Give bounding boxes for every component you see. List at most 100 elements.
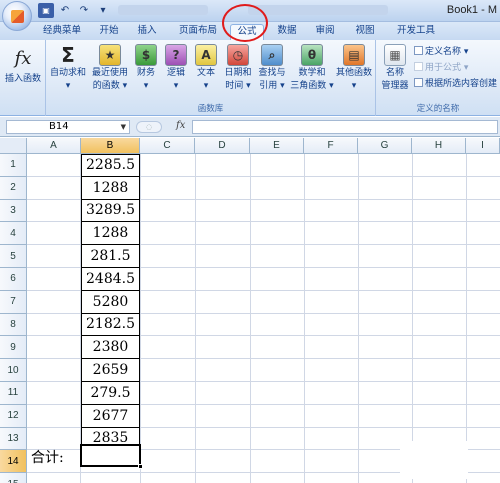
recent-functions-dropdown: 的函数 ▾ bbox=[92, 81, 128, 91]
lookup-book-icon: ⌕ bbox=[261, 44, 283, 66]
financial-label: 财务 bbox=[136, 68, 155, 78]
define-name-label: 定义名称 ▾ bbox=[425, 47, 469, 57]
function-library-label: 函数库 bbox=[197, 104, 224, 114]
column-header-f[interactable]: F bbox=[304, 138, 358, 154]
blurred-region bbox=[118, 5, 208, 15]
cell-b11[interactable]: 279.5 bbox=[81, 382, 140, 405]
math-trig-button[interactable]: θ 数学和 三角函数 ▾ bbox=[290, 44, 334, 92]
financial-book-icon: $ bbox=[135, 44, 157, 66]
row-header-13[interactable]: 13 bbox=[0, 427, 27, 451]
math-trig-book-icon: θ bbox=[301, 44, 323, 66]
create-from-selection-label: 根据所选内容创建 bbox=[425, 79, 498, 89]
row-header-15[interactable]: 15 bbox=[0, 473, 27, 483]
more-functions-dropdown: ▾ bbox=[351, 81, 357, 91]
cell-b6[interactable]: 2484.5 bbox=[81, 268, 140, 291]
name-manager-button[interactable]: ▦ 名称 管理器 bbox=[378, 44, 412, 92]
column-header-d[interactable]: D bbox=[195, 138, 250, 154]
fill-handle[interactable] bbox=[138, 464, 143, 469]
financial-button[interactable]: $ 财务 ▾ bbox=[132, 44, 160, 92]
row-header-2[interactable]: 2 bbox=[0, 176, 27, 200]
column-header-h[interactable]: H bbox=[412, 138, 466, 154]
office-button[interactable] bbox=[2, 1, 32, 31]
cell-b4[interactable]: 1288 bbox=[81, 222, 140, 246]
cell-b8[interactable]: 2182.5 bbox=[81, 313, 140, 337]
watermark-cover bbox=[400, 441, 468, 479]
row-header-11[interactable]: 11 bbox=[0, 382, 27, 405]
column-header-i[interactable]: I bbox=[466, 138, 500, 154]
tab-developer[interactable]: 开发工具 bbox=[388, 24, 444, 40]
cell-b12[interactable]: 2677 bbox=[81, 404, 140, 428]
create-from-selection-button[interactable]: 根据所选内容创建 bbox=[414, 76, 497, 89]
tab-home[interactable]: 开始 bbox=[92, 24, 126, 40]
row-header-6[interactable]: 6 bbox=[0, 268, 27, 291]
more-functions-label: 其他函数 bbox=[335, 68, 372, 78]
row-header-4[interactable]: 4 bbox=[0, 222, 27, 246]
date-time-label: 日期和 bbox=[224, 68, 252, 78]
text-dropdown: ▾ bbox=[203, 81, 209, 91]
formula-buttons: ◌ fx bbox=[132, 120, 190, 134]
use-in-formula-button[interactable]: 用于公式 ▾ bbox=[414, 60, 468, 73]
formula-bar: B14 ▼ ◌ fx bbox=[0, 117, 500, 137]
recent-functions-label: 最近使用 bbox=[91, 68, 128, 78]
column-header-g[interactable]: G bbox=[358, 138, 412, 154]
gridline bbox=[250, 154, 251, 483]
define-name-button[interactable]: 定义名称 ▾ bbox=[414, 44, 468, 57]
cell-b7[interactable]: 5280 bbox=[81, 290, 140, 314]
create-from-selection-icon bbox=[414, 78, 423, 87]
column-header-c[interactable]: C bbox=[140, 138, 195, 154]
row-header-9[interactable]: 9 bbox=[0, 336, 27, 360]
row-header-14[interactable]: 14 bbox=[0, 450, 27, 474]
name-manager-label-1: 名称 bbox=[385, 68, 404, 78]
math-trig-dropdown: 三角函数 ▾ bbox=[290, 81, 334, 91]
cell-b1[interactable]: 2285.5 bbox=[81, 154, 140, 177]
tab-classic-menu[interactable]: 经典菜单 bbox=[36, 24, 88, 40]
cell-b10[interactable]: 2659 bbox=[81, 359, 140, 382]
tab-insert[interactable]: 插入 bbox=[130, 24, 164, 40]
formula-input[interactable] bbox=[192, 120, 498, 134]
tab-page-layout[interactable]: 页面布局 bbox=[170, 24, 226, 40]
undo-icon[interactable]: ↶ bbox=[57, 3, 73, 18]
column-header-e[interactable]: E bbox=[250, 138, 304, 154]
window-title: Book1 - M bbox=[446, 4, 497, 16]
redo-icon[interactable]: ↷ bbox=[76, 3, 92, 18]
more-functions-button[interactable]: ▤ 其他函数 ▾ bbox=[334, 44, 374, 92]
star-book-icon: ★ bbox=[99, 44, 121, 66]
name-box[interactable]: B14 ▼ bbox=[6, 120, 130, 134]
customize-qat-icon[interactable]: ▾ bbox=[95, 3, 111, 18]
insert-function-button[interactable]: fx 插入函数 bbox=[2, 44, 44, 85]
row-header-3[interactable]: 3 bbox=[0, 199, 27, 223]
lookup-reference-label: 查找与 bbox=[258, 68, 286, 78]
save-icon[interactable]: ▣ bbox=[38, 3, 54, 18]
select-all-corner[interactable] bbox=[0, 138, 27, 154]
chevron-down-icon[interactable]: ▼ bbox=[121, 121, 126, 133]
tab-review[interactable]: 审阅 bbox=[308, 24, 342, 40]
logical-button[interactable]: ? 逻辑 ▾ bbox=[162, 44, 190, 92]
active-cell-b14[interactable] bbox=[80, 444, 143, 469]
text-button[interactable]: A 文本 ▾ bbox=[192, 44, 220, 92]
insert-function-fx-icon[interactable]: fx bbox=[176, 120, 185, 131]
tab-view[interactable]: 视图 bbox=[348, 24, 382, 40]
row-header-12[interactable]: 12 bbox=[0, 404, 27, 428]
cell-b3[interactable]: 3289.5 bbox=[81, 199, 140, 223]
row-header-5[interactable]: 5 bbox=[0, 245, 27, 268]
cell-b2[interactable]: 1288 bbox=[81, 176, 140, 200]
autosum-button[interactable]: Σ 自动求和 ▾ bbox=[48, 43, 88, 92]
cell-b5[interactable]: 281.5 bbox=[81, 245, 140, 268]
use-in-formula-label: 用于公式 ▾ bbox=[425, 63, 469, 73]
define-name-icon bbox=[414, 46, 423, 55]
office-logo-icon bbox=[11, 10, 24, 23]
lookup-reference-button[interactable]: ⌕ 查找与 引用 ▾ bbox=[256, 44, 288, 92]
quick-access-toolbar: ▣ ↶ ↷ ▾ bbox=[38, 3, 111, 18]
column-header-a[interactable]: A bbox=[27, 138, 81, 154]
row-header-10[interactable]: 10 bbox=[0, 359, 27, 382]
column-header-b[interactable]: B bbox=[81, 138, 140, 154]
name-manager-label-2: 管理器 bbox=[381, 81, 409, 91]
recent-functions-button[interactable]: ★ 最近使用 的函数 ▾ bbox=[90, 44, 130, 92]
tab-data[interactable]: 数据 bbox=[270, 24, 304, 40]
date-time-book-icon: ◷ bbox=[227, 44, 249, 66]
date-time-button[interactable]: ◷ 日期和 时间 ▾ bbox=[222, 44, 254, 92]
row-header-7[interactable]: 7 bbox=[0, 290, 27, 314]
row-header-8[interactable]: 8 bbox=[0, 313, 27, 337]
cell-b9[interactable]: 2380 bbox=[81, 336, 140, 360]
row-header-1[interactable]: 1 bbox=[0, 154, 27, 177]
